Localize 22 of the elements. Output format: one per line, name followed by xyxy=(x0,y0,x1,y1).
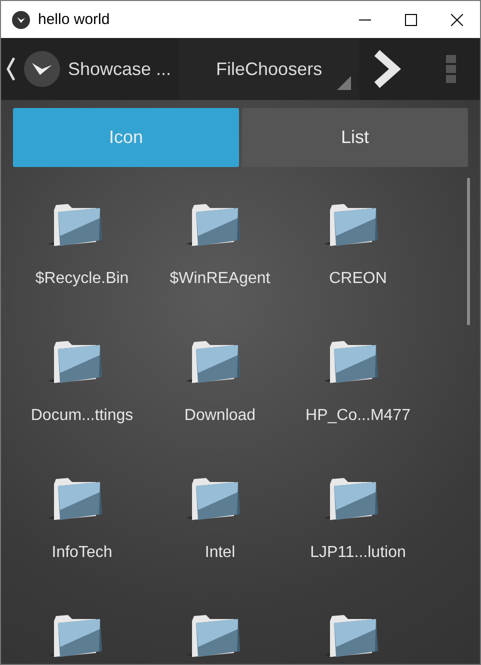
file-name: $Recycle.Bin xyxy=(35,270,129,288)
file-name: HP_Co...M477 xyxy=(306,407,410,425)
maximize-icon xyxy=(405,14,417,26)
file-name: Intel xyxy=(204,544,236,562)
view-tab[interactable]: List xyxy=(242,108,468,167)
app-logo-icon xyxy=(12,10,30,28)
spinner-dropdown[interactable]: FileChoosers xyxy=(179,38,360,100)
close-icon xyxy=(451,14,463,26)
overflow-menu-icon[interactable] xyxy=(446,55,456,83)
back-chevron-icon[interactable] xyxy=(6,56,16,82)
app-logo-icon xyxy=(24,51,60,87)
file-name: InfoTech xyxy=(52,544,112,562)
minimize-icon xyxy=(359,18,371,20)
scrollbar[interactable] xyxy=(467,178,470,325)
file-name: $WinREAgent xyxy=(170,270,270,288)
file-name: LJP11...lution xyxy=(310,544,406,562)
file-name: CREON xyxy=(329,270,387,288)
file-name: Download xyxy=(184,407,256,425)
window-title: hello world xyxy=(38,11,110,28)
dropdown-triangle-icon xyxy=(337,76,352,90)
app-title: Showcase ... xyxy=(68,58,172,80)
file-name: Docum...ttings xyxy=(30,407,134,425)
